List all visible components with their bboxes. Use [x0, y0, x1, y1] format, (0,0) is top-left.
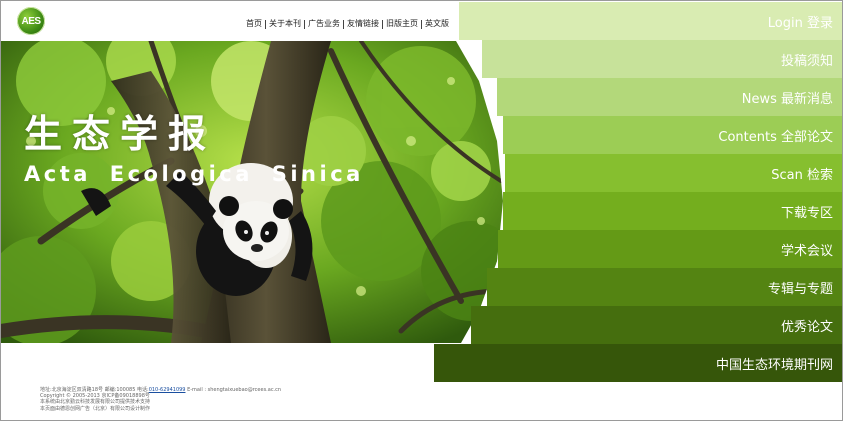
menu-item-label: Contents 全部论文 [718, 129, 833, 145]
nav-english-link[interactable]: 英文版 [422, 19, 452, 29]
nav-old-homepage-link[interactable]: 旧版主页 [383, 19, 421, 29]
menu-item-special-issues[interactable]: 专辑与专题 [487, 268, 842, 306]
nav-about-link[interactable]: 关于本刊 [266, 19, 304, 29]
menu-item-label: Login 登录 [767, 15, 833, 31]
page: AES 首页 关于本刊 广告业务 友情链接 旧版主页 英文版 生态学报 Acta… [0, 0, 843, 421]
menu-item-contents[interactable]: Contents 全部论文 [503, 116, 842, 154]
journal-title-english: Acta Ecologica Sinica [24, 162, 364, 186]
menu-item-label: 优秀论文 [780, 319, 833, 335]
menu-item-label: 下载专区 [780, 205, 833, 221]
menu-item-news[interactable]: News 最新消息 [497, 78, 842, 116]
nav-advertising-link[interactable]: 广告业务 [305, 19, 343, 29]
menu-item-label: 投稿须知 [780, 53, 833, 69]
nav-friend-links-link[interactable]: 友情链接 [344, 19, 382, 29]
menu-item-label: News 最新消息 [741, 91, 833, 107]
nav-home-link[interactable]: 首页 [243, 19, 265, 29]
menu-item-label: 学术会议 [780, 243, 833, 259]
footer-design-credit: 本页面由德恩创网广告（北京）有限公司设计制作 [40, 405, 151, 412]
footer: 地址:北京海淀区双清路18号 邮编:100085 电话:010-62941099… [40, 387, 281, 412]
menu-item-excellent-papers[interactable]: 优秀论文 [471, 306, 842, 344]
menu-item-label: Scan 检索 [771, 167, 833, 183]
menu-item-downloads[interactable]: 下载专区 [503, 192, 842, 230]
menu-item-label: 中国生态环境期刊网 [715, 357, 833, 373]
hero-banner-image: 生态学报 Acta Ecologica Sinica [1, 41, 503, 343]
journal-title-chinese: 生态学报 [24, 111, 217, 156]
top-navigation: 首页 关于本刊 广告业务 友情链接 旧版主页 英文版 [243, 17, 452, 31]
menu-item-login[interactable]: Login 登录 [459, 2, 842, 40]
menu-item-ecology-journal-network[interactable]: 中国生态环境期刊网 [434, 344, 842, 382]
menu-item-label: 专辑与专题 [767, 281, 833, 297]
menu-item-conferences[interactable]: 学术会议 [498, 230, 842, 268]
footer-email: E-mail : shengtaixuebao@rcees.ac.cn [185, 387, 282, 393]
aes-logo[interactable]: AES [17, 7, 45, 35]
menu-item-submission-guide[interactable]: 投稿须知 [482, 40, 842, 78]
menu-item-scan[interactable]: Scan 检索 [505, 154, 842, 192]
panda-tree-illustration [1, 41, 503, 343]
logo-text: AES [21, 15, 41, 27]
footer-phone-link[interactable]: 010-62941099 [149, 387, 186, 393]
